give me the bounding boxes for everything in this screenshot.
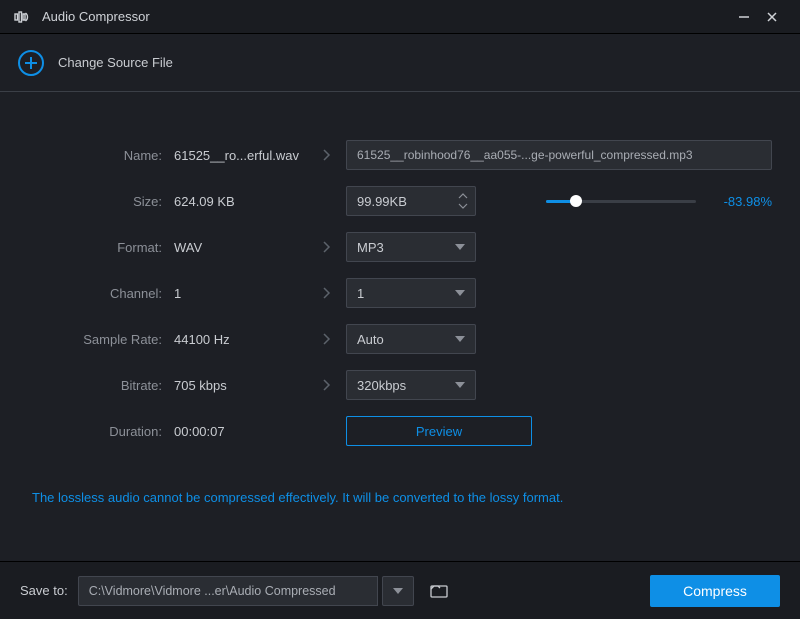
format-dropdown[interactable]: MP3	[346, 232, 476, 262]
chevron-right-icon	[321, 240, 331, 254]
row-channel: Channel: 1 1	[28, 270, 772, 316]
original-size: 624.09 KB	[174, 194, 306, 209]
row-duration: Duration: 00:00:07 Preview	[28, 408, 772, 454]
change-source-label[interactable]: Change Source File	[58, 55, 173, 70]
row-name: Name: 61525__ro...erful.wav 61525__robin…	[28, 132, 772, 178]
size-increase-button[interactable]	[455, 191, 471, 201]
size-slider[interactable]	[546, 193, 696, 209]
row-size: Size: 624.09 KB 99.99KB -83.98%	[28, 178, 772, 224]
minimize-button[interactable]	[730, 3, 758, 31]
label-size: Size:	[28, 194, 174, 209]
save-path-dropdown[interactable]	[382, 576, 414, 606]
chevron-down-icon	[455, 244, 465, 250]
chevron-right-icon	[321, 286, 331, 300]
close-button[interactable]	[758, 3, 786, 31]
chevron-down-icon	[455, 382, 465, 388]
channel-dropdown[interactable]: 1	[346, 278, 476, 308]
row-format: Format: WAV MP3	[28, 224, 772, 270]
original-name: 61525__ro...erful.wav	[174, 148, 306, 163]
bitrate-value: 320kbps	[357, 378, 406, 393]
save-to-label: Save to:	[20, 583, 68, 598]
app-icon	[14, 10, 32, 24]
output-size-value: 99.99KB	[357, 194, 455, 209]
chevron-right-icon	[321, 378, 331, 392]
original-channel: 1	[174, 286, 306, 301]
size-decrease-button[interactable]	[455, 201, 471, 211]
chevron-right-icon	[321, 332, 331, 346]
channel-value: 1	[357, 286, 364, 301]
original-format: WAV	[174, 240, 306, 255]
footer: Save to: C:\Vidmore\Vidmore ...er\Audio …	[0, 561, 800, 619]
label-name: Name:	[28, 148, 174, 163]
format-value: MP3	[357, 240, 384, 255]
chevron-down-icon	[455, 290, 465, 296]
row-sample-rate: Sample Rate: 44100 Hz Auto	[28, 316, 772, 362]
open-folder-button[interactable]	[424, 576, 456, 606]
label-channel: Channel:	[28, 286, 174, 301]
row-bitrate: Bitrate: 705 kbps 320kbps	[28, 362, 772, 408]
bitrate-dropdown[interactable]: 320kbps	[346, 370, 476, 400]
title-bar: Audio Compressor	[0, 0, 800, 34]
original-sample-rate: 44100 Hz	[174, 332, 306, 347]
change-source-row: Change Source File	[0, 34, 800, 92]
output-size-stepper[interactable]: 99.99KB	[346, 186, 476, 216]
sample-rate-dropdown[interactable]: Auto	[346, 324, 476, 354]
original-bitrate: 705 kbps	[174, 378, 306, 393]
size-delta: -83.98%	[712, 194, 772, 209]
original-duration: 00:00:07	[174, 424, 306, 439]
add-source-button[interactable]	[18, 50, 44, 76]
chevron-down-icon	[455, 336, 465, 342]
label-bitrate: Bitrate:	[28, 378, 174, 393]
save-path-field[interactable]: C:\Vidmore\Vidmore ...er\Audio Compresse…	[78, 576, 378, 606]
label-sample-rate: Sample Rate:	[28, 332, 174, 347]
main-panel: Name: 61525__ro...erful.wav 61525__robin…	[0, 92, 800, 505]
window-title: Audio Compressor	[42, 9, 730, 24]
output-name-field[interactable]: 61525__robinhood76__aa055-...ge-powerful…	[346, 140, 772, 170]
label-duration: Duration:	[28, 424, 174, 439]
label-format: Format:	[28, 240, 174, 255]
preview-button[interactable]: Preview	[346, 416, 532, 446]
sample-rate-value: Auto	[357, 332, 384, 347]
chevron-right-icon	[321, 148, 331, 162]
compress-button[interactable]: Compress	[650, 575, 780, 607]
lossy-notice: The lossless audio cannot be compressed …	[32, 490, 772, 505]
